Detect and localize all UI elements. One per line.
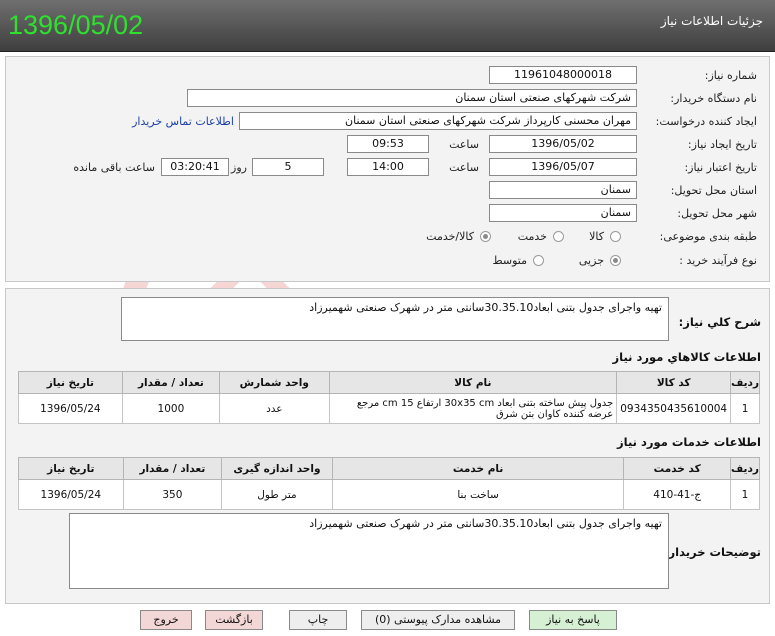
- services-header-row: ردیف کد خدمت نام خدمت واحد اندازه گیری ت…: [18, 457, 761, 480]
- services-cell-name: ساخت بنا: [331, 479, 625, 510]
- buyer-notes-label: توضیحات خریدار:: [663, 545, 761, 559]
- goods-header-row: ردیف کد کالا نام کالا واحد شمارش تعداد /…: [18, 371, 760, 394]
- summary-text: تهیه واجرای جدول بتنی ابعاد30.35.10سانتی…: [121, 297, 669, 341]
- buyer-label: نام دستگاه خریدار:: [670, 92, 757, 105]
- process-medium-radio[interactable]: [533, 255, 544, 266]
- goods-cell-date: 1396/05/24: [18, 393, 123, 424]
- services-cell-code: ج-41-410: [623, 479, 731, 510]
- buyer-contact-link[interactable]: اطلاعات تماس خریدار: [132, 115, 234, 128]
- services-cell-date: 1396/05/24: [18, 479, 124, 510]
- city-field: سمنان: [489, 204, 637, 222]
- category-service-radio[interactable]: [553, 231, 564, 242]
- goods-col-row: ردیف: [730, 371, 760, 394]
- process-medium-label: متوسط: [492, 254, 527, 267]
- back-button[interactable]: بازگشت: [205, 610, 263, 630]
- valid-date-label: تاریخ اعتبار نیاز:: [684, 161, 757, 174]
- category-goods-service-radio[interactable]: [480, 231, 491, 242]
- created-date-field: 1396/05/02: [489, 135, 637, 153]
- goods-section-title: اطلاعات کالاهاي مورد نياز: [612, 350, 761, 364]
- title-bar: جزئیات اطلاعات نیاز 1396/05/02: [0, 0, 775, 52]
- goods-cell-row: 1: [730, 393, 760, 424]
- process-minor-label: جزیی: [578, 254, 604, 267]
- goods-col-code: کد کالا: [616, 371, 732, 394]
- need-info-panel: شماره نیاز: 1196104800001‌8 نام دستگاه خ…: [5, 56, 770, 282]
- category-label: طبقه بندی موضوعی:: [659, 230, 757, 243]
- creator-label: ایجاد کننده درخواست:: [655, 115, 757, 128]
- exit-button[interactable]: خروج: [140, 610, 192, 630]
- province-label: استان محل تحویل:: [670, 184, 757, 197]
- city-label: شهر محل تحویل:: [677, 207, 757, 220]
- created-time-field: 09:53: [347, 135, 429, 153]
- view-attachments-button[interactable]: مشاهده مدارک پیوستی (0): [361, 610, 515, 630]
- services-cell-qty: 350: [122, 479, 223, 510]
- goods-cell-qty: 1000: [121, 393, 221, 424]
- table-row: 1 ج-41-410 ساخت بنا متر طول 350 1396/05/…: [18, 479, 761, 510]
- services-col-date: تاریخ نیاز: [18, 457, 124, 480]
- reply-button[interactable]: پاسخ به نیاز: [529, 610, 617, 630]
- goods-col-name: نام کالا: [328, 371, 618, 394]
- services-table: ردیف کد خدمت نام خدمت واحد اندازه گیری ت…: [18, 457, 761, 510]
- category-service-label: خدمت: [517, 230, 547, 243]
- process-minor-radio[interactable]: [610, 255, 621, 266]
- page-root: جزئیات اطلاعات نیاز 1396/05/02 شماره نیا…: [0, 0, 775, 636]
- time-remaining-field: 03:20:41: [161, 158, 229, 176]
- buyer-notes-text: تهیه واجرای جدول بتنی ابعاد30.35.10سانتی…: [69, 513, 669, 589]
- category-goods-radio[interactable]: [610, 231, 621, 242]
- days-remaining-field: 5: [252, 158, 324, 176]
- page-title: جزئیات اطلاعات نیاز: [660, 14, 763, 28]
- services-cell-row: 1: [729, 479, 761, 510]
- header-date: 1396/05/02: [8, 10, 144, 40]
- services-col-code: کد خدمت: [623, 457, 731, 480]
- goods-cell-code: 0934350435610004: [616, 393, 732, 424]
- services-col-name: نام خدمت: [331, 457, 625, 480]
- valid-time-field: 14:00: [347, 158, 429, 176]
- services-col-unit: واحد اندازه گیری: [221, 457, 333, 480]
- valid-time-label: ساعت: [449, 161, 479, 174]
- created-time-label: ساعت: [449, 138, 479, 151]
- goods-cell-unit: عدد: [219, 393, 330, 424]
- province-field: سمنان: [489, 181, 637, 199]
- goods-cell-name: جدول پیش ساخته بتنی ابعاد 30x35 cm ارتفا…: [328, 393, 618, 424]
- summary-label: شرح کلي نياز:: [678, 315, 761, 329]
- goods-col-unit: واحد شمارش: [219, 371, 330, 394]
- goods-table: ردیف کد کالا نام کالا واحد شمارش تعداد /…: [18, 371, 760, 424]
- goods-col-qty: تعداد / مقدار: [121, 371, 221, 394]
- buyer-field: شرکت شهرکهای صنعتی استان سمنان: [187, 89, 637, 107]
- services-col-qty: تعداد / مقدار: [122, 457, 223, 480]
- services-cell-unit: متر طول: [221, 479, 333, 510]
- services-section-title: اطلاعات خدمات مورد نياز: [617, 435, 761, 449]
- need-number-label: شماره نیاز:: [704, 69, 757, 82]
- print-button[interactable]: چاپ: [289, 610, 347, 630]
- creator-field: مهران محسنی کارپرداز شرکت شهرکهای صنعتی …: [239, 112, 637, 130]
- process-type-label: نوع فرآیند خرید :: [679, 254, 757, 267]
- category-goods-label: کالا: [589, 230, 604, 243]
- category-goods-service-label: کالا/خدمت: [426, 230, 474, 243]
- details-panel: شرح کلي نياز: تهیه واجرای جدول بتنی ابعا…: [5, 288, 770, 604]
- time-remaining-label: ساعت باقی مانده: [73, 161, 155, 174]
- goods-col-date: تاریخ نیاز: [18, 371, 123, 394]
- valid-date-field: 1396/05/07: [489, 158, 637, 176]
- need-number-field: 1196104800001‌8: [489, 66, 637, 84]
- services-col-row: ردیف: [729, 457, 761, 480]
- created-date-label: تاریخ ایجاد نیاز:: [687, 138, 757, 151]
- table-row: 1 0934350435610004 جدول پیش ساخته بتنی ا…: [18, 393, 760, 424]
